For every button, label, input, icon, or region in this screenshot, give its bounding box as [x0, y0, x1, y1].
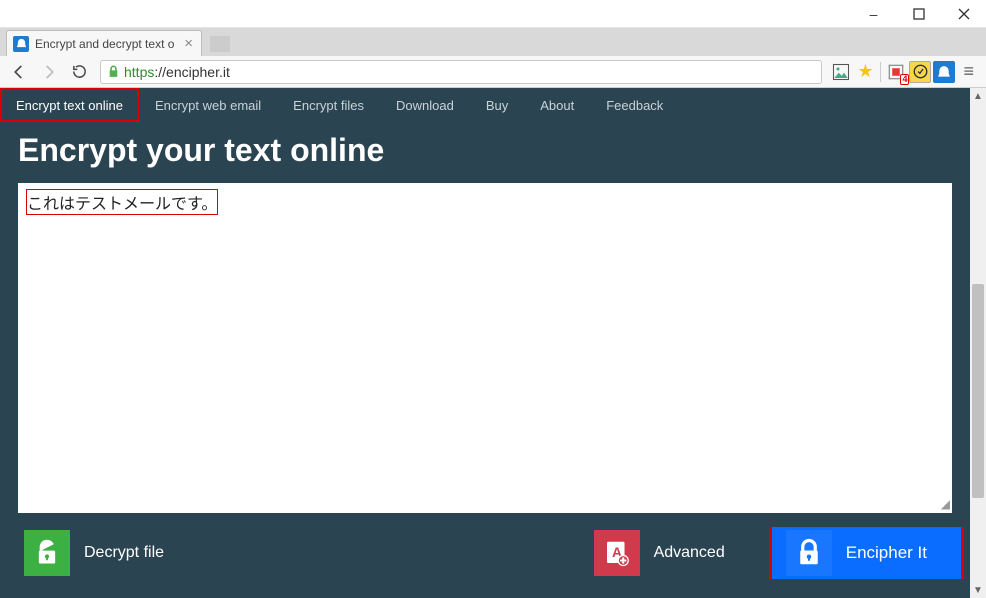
- lock-icon: [786, 530, 832, 576]
- tab-strip: Encrypt and decrypt text o ×: [0, 28, 986, 56]
- scrollbar[interactable]: ▲ ▼: [970, 88, 986, 598]
- scrollbar-thumb[interactable]: [972, 284, 984, 498]
- encipher-label: Encipher It: [846, 543, 927, 563]
- textarea-value: これはテストメールです。: [27, 196, 217, 213]
- advanced-label: Advanced: [654, 544, 725, 562]
- image-save-icon[interactable]: [830, 61, 852, 83]
- page-title: Encrypt your text online: [0, 122, 970, 183]
- encipher-button[interactable]: Encipher It: [772, 527, 961, 579]
- scroll-down-icon[interactable]: ▼: [970, 582, 986, 598]
- extension-badge: 4: [900, 74, 909, 85]
- window-titlebar: –: [0, 0, 986, 28]
- encipher-extension-icon[interactable]: [933, 61, 955, 83]
- toolbar-right: ★ 4 ≡: [830, 61, 980, 83]
- text-input[interactable]: これはテストメールです。 ◢: [18, 183, 952, 513]
- reload-button[interactable]: [66, 59, 92, 85]
- window-close-button[interactable]: [941, 0, 986, 28]
- lock-icon: [107, 65, 120, 78]
- scroll-up-icon[interactable]: ▲: [970, 88, 986, 104]
- browser-toolbar: https://encipher.it ★ 4 ≡: [0, 56, 986, 88]
- back-button[interactable]: [6, 59, 32, 85]
- advanced-icon: A: [594, 530, 640, 576]
- tab-favicon-icon: [13, 36, 29, 52]
- browser-tab[interactable]: Encrypt and decrypt text o ×: [6, 30, 202, 56]
- scrollbar-track[interactable]: [970, 104, 986, 582]
- nav-download[interactable]: Download: [380, 88, 470, 122]
- resize-handle-icon[interactable]: ◢: [941, 497, 950, 511]
- highlight-encipher-button: Encipher It: [769, 527, 964, 579]
- nav-buy[interactable]: Buy: [470, 88, 524, 122]
- site-nav: Encrypt text online Encrypt web email En…: [0, 88, 970, 122]
- decrypt-file-label: Decrypt file: [84, 544, 164, 562]
- norton-icon[interactable]: [909, 61, 931, 83]
- url-scheme: https: [124, 64, 154, 80]
- new-tab-button[interactable]: [210, 36, 230, 52]
- tab-close-icon[interactable]: ×: [184, 35, 193, 52]
- decrypt-file-button[interactable]: Decrypt file: [4, 527, 184, 579]
- bookmark-star-icon[interactable]: ★: [854, 61, 876, 83]
- window-maximize-button[interactable]: [896, 0, 941, 28]
- nav-encrypt-web-email[interactable]: Encrypt web email: [139, 88, 277, 122]
- highlight-nav-active: Encrypt text online: [0, 88, 139, 122]
- nav-encrypt-text-online[interactable]: Encrypt text online: [2, 88, 137, 122]
- nav-encrypt-files[interactable]: Encrypt files: [277, 88, 380, 122]
- forward-button[interactable]: [36, 59, 62, 85]
- page-content: Encrypt text online Encrypt web email En…: [0, 88, 970, 598]
- window-minimize-button[interactable]: –: [851, 0, 896, 28]
- advanced-button[interactable]: A Advanced: [574, 527, 745, 579]
- nav-about[interactable]: About: [524, 88, 590, 122]
- url-sep: ://: [154, 64, 166, 80]
- tab-title: Encrypt and decrypt text o: [35, 37, 174, 51]
- unlock-icon: [24, 530, 70, 576]
- address-bar[interactable]: https://encipher.it: [100, 60, 822, 84]
- toolbar-separator: [880, 62, 881, 82]
- url-host: encipher.it: [166, 64, 230, 80]
- highlight-text-value: これはテストメールです。: [26, 189, 218, 215]
- chrome-menu-icon[interactable]: ≡: [957, 61, 980, 82]
- action-row: Decrypt file A Advanced Encipher It: [0, 527, 970, 579]
- nav-feedback[interactable]: Feedback: [590, 88, 679, 122]
- extension-icon[interactable]: 4: [885, 61, 907, 83]
